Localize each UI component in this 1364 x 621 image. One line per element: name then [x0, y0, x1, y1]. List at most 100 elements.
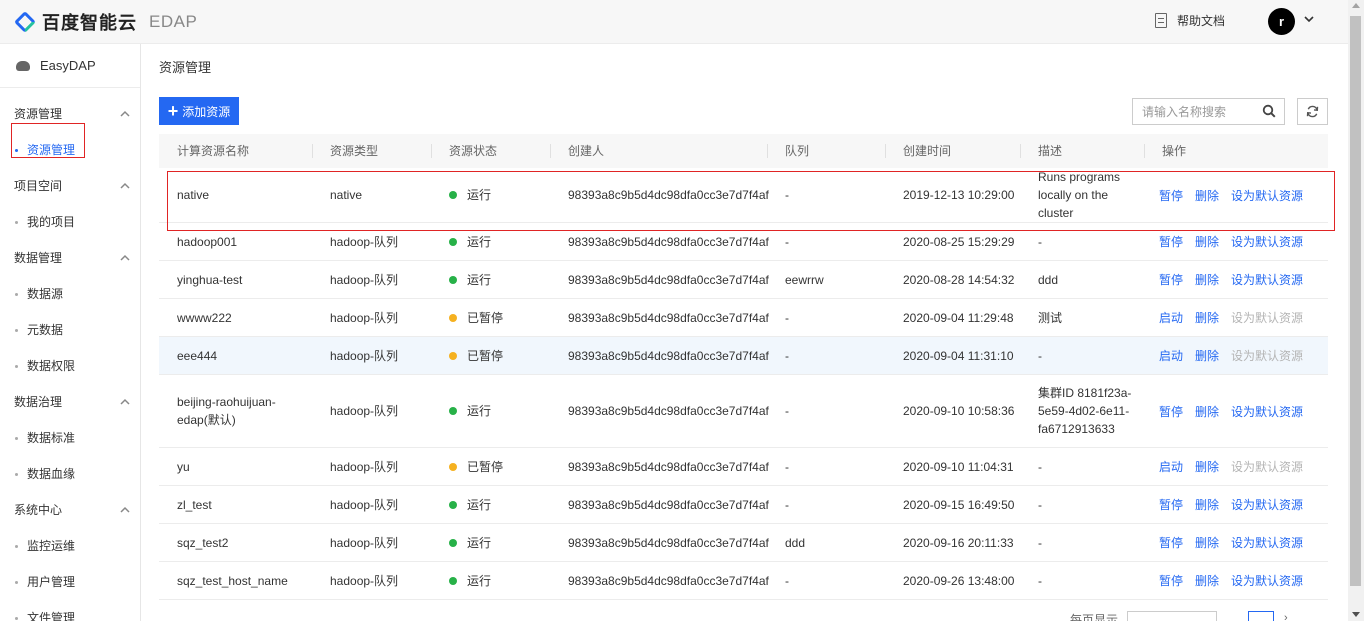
queue: eewrrw [785, 272, 824, 287]
toggle-run-button[interactable]: 暂停 [1159, 403, 1183, 420]
table-row[interactable]: hadoop001 hadoop-队列 运行 98393a8c9b5d4dc98dfa… [159, 223, 1328, 261]
column-header: 操作 [1144, 134, 1328, 168]
toggle-run-button[interactable]: 暂停 [1159, 572, 1183, 589]
delete-button[interactable]: 删除 [1195, 496, 1219, 513]
sidebar-brand[interactable]: EasyDAP [0, 44, 140, 88]
sidebar-item-data-standards[interactable]: 数据标准 [0, 420, 140, 456]
status-dot-icon [449, 576, 457, 585]
set-default-button[interactable]: 设为默认资源 [1231, 403, 1303, 420]
delete-button[interactable]: 删除 [1195, 187, 1219, 204]
resource-type: native [330, 188, 363, 202]
avatar[interactable]: r [1268, 8, 1295, 35]
help-docs-label: 帮助文档 [1177, 14, 1226, 28]
description: - [1038, 497, 1042, 512]
toggle-run-button[interactable]: 启动 [1159, 309, 1183, 326]
sidebar-item-user-management[interactable]: 用户管理 [0, 564, 140, 600]
sidebar-item-file-management[interactable]: 文件管理 [0, 600, 140, 621]
creator-id: 98393a8c9b5d4dc98dfa0cc3e7d7f4af [568, 234, 769, 249]
table-row[interactable]: yu hadoop-队列 已暂停 98393a8c9b5d4dc98dfa0cc3e7… [159, 448, 1328, 486]
sidebar-item-data-lineage[interactable]: 数据血缘 [0, 456, 140, 492]
status-dot-icon [449, 538, 457, 547]
set-default-button[interactable]: 设为默认资源 [1231, 271, 1303, 288]
table-row[interactable]: zl_test hadoop-队列 运行 98393a8c9b5d4dc98dfa0c… [159, 486, 1328, 524]
sidebar-group-system-center[interactable]: 系统中心 [0, 492, 140, 528]
row-actions: 暂停 删除 设为默认资源 [1144, 496, 1328, 513]
row-actions: 暂停 删除 设为默认资源 [1144, 233, 1328, 250]
row-actions: 暂停 删除 设为默认资源 [1144, 187, 1328, 204]
logo[interactable]: 百度智能云 EDAP [13, 10, 197, 34]
created-time: 2020-09-10 11:04:31 [903, 459, 1014, 474]
status-text: 运行 [467, 497, 492, 512]
toggle-run-button[interactable]: 暂停 [1159, 187, 1183, 204]
set-default-button[interactable]: 设为默认资源 [1231, 233, 1303, 250]
set-default-button[interactable]: 设为默认资源 [1231, 496, 1303, 513]
created-time: 2020-09-16 20:11:33 [903, 535, 1014, 550]
delete-button[interactable]: 删除 [1195, 458, 1219, 475]
status-text: 运行 [467, 272, 492, 287]
toggle-run-button[interactable]: 启动 [1159, 458, 1183, 475]
set-default-button[interactable]: 设为默认资源 [1231, 572, 1303, 589]
sidebar-item-data-permissions[interactable]: 数据权限 [0, 348, 140, 384]
queue: - [785, 497, 789, 512]
sidebar-group-data-management[interactable]: 数据管理 [0, 240, 140, 276]
delete-button[interactable]: 删除 [1195, 534, 1219, 551]
sidebar-group-project[interactable]: 项目空间 [0, 168, 140, 204]
resource-name: wwww222 [177, 310, 232, 325]
table-row[interactable]: sqz_test2 hadoop-队列 运行 98393a8c9b5d4dc98dfa… [159, 524, 1328, 562]
chevron-down-icon[interactable] [1303, 13, 1315, 25]
chevron-up-icon [120, 506, 130, 513]
toggle-run-button[interactable]: 启动 [1159, 347, 1183, 364]
status-text: 已暂停 [467, 459, 504, 474]
scrollbar-thumb[interactable] [1350, 16, 1361, 586]
column-header: 队列 [767, 134, 885, 168]
sidebar-group-data-governance[interactable]: 数据治理 [0, 384, 140, 420]
queue: - [785, 573, 789, 588]
set-default-button[interactable]: 设为默认资源 [1231, 309, 1303, 326]
add-resource-button[interactable]: + 添加资源 [159, 97, 239, 125]
table-header: 计算资源名称 资源类型 资源状态 创建人 队列 创建时间 描述 操作 [159, 134, 1328, 168]
row-actions: 暂停 删除 设为默认资源 [1144, 572, 1328, 589]
description: ddd [1038, 272, 1059, 287]
set-default-button[interactable]: 设为默认资源 [1231, 187, 1303, 204]
help-docs-link[interactable]: 帮助文档 [1155, 12, 1225, 29]
set-default-button[interactable]: 设为默认资源 [1231, 534, 1303, 551]
table-row[interactable]: wwww222 hadoop-队列 已暂停 98393a8c9b5d4dc98dfa0… [159, 299, 1328, 337]
page-size-select[interactable] [1127, 611, 1217, 621]
delete-button[interactable]: 删除 [1195, 309, 1219, 326]
sidebar-item-metadata[interactable]: 元数据 [0, 312, 140, 348]
delete-button[interactable]: 删除 [1195, 403, 1219, 420]
creator-id: 98393a8c9b5d4dc98dfa0cc3e7d7f4af [568, 459, 769, 474]
delete-button[interactable]: 删除 [1195, 572, 1219, 589]
sidebar-item-my-projects[interactable]: 我的项目 [0, 204, 140, 240]
toggle-run-button[interactable]: 暂停 [1159, 233, 1183, 250]
status-text: 运行 [467, 573, 492, 588]
resource-name: native [177, 188, 210, 202]
resource-name: yinghua-test [177, 272, 243, 287]
chevron-up-icon [120, 110, 130, 117]
delete-button[interactable]: 删除 [1195, 271, 1219, 288]
set-default-button[interactable]: 设为默认资源 [1231, 347, 1303, 364]
delete-button[interactable]: 删除 [1195, 347, 1219, 364]
table-row[interactable]: native native 运行 98393a8c9b5d4dc98dfa0cc3e7… [159, 168, 1328, 223]
toggle-run-button[interactable]: 暂停 [1159, 534, 1183, 551]
table-row[interactable]: beijing-raohuijuan-edap(默认) hadoop-队列 运行 98… [159, 375, 1328, 448]
created-time: 2020-08-25 15:29:29 [903, 234, 1015, 249]
refresh-button[interactable] [1297, 98, 1328, 125]
table-row[interactable]: sqz_test_host_name hadoop-队列 运行 98393a8c9b5… [159, 562, 1328, 600]
table-row[interactable]: yinghua-test hadoop-队列 运行 98393a8c9b5d4dc98… [159, 261, 1328, 299]
table-row[interactable]: eee444 hadoop-队列 已暂停 98393a8c9b5d4dc98dfa0c… [159, 337, 1328, 375]
scroll-up-arrow-icon[interactable] [1352, 3, 1360, 8]
page-button[interactable] [1248, 611, 1274, 621]
search-icon[interactable] [1262, 104, 1276, 118]
toggle-run-button[interactable]: 暂停 [1159, 496, 1183, 513]
toggle-run-button[interactable]: 暂停 [1159, 271, 1183, 288]
search-input[interactable] [1133, 99, 1253, 124]
created-time: 2020-09-04 11:31:10 [903, 348, 1014, 363]
sidebar-item-monitoring[interactable]: 监控运维 [0, 528, 140, 564]
queue: ddd [785, 535, 806, 550]
scroll-down-arrow-icon[interactable] [1352, 612, 1360, 617]
description: - [1038, 234, 1042, 249]
delete-button[interactable]: 删除 [1195, 233, 1219, 250]
set-default-button[interactable]: 设为默认资源 [1231, 458, 1303, 475]
sidebar-item-data-source[interactable]: 数据源 [0, 276, 140, 312]
